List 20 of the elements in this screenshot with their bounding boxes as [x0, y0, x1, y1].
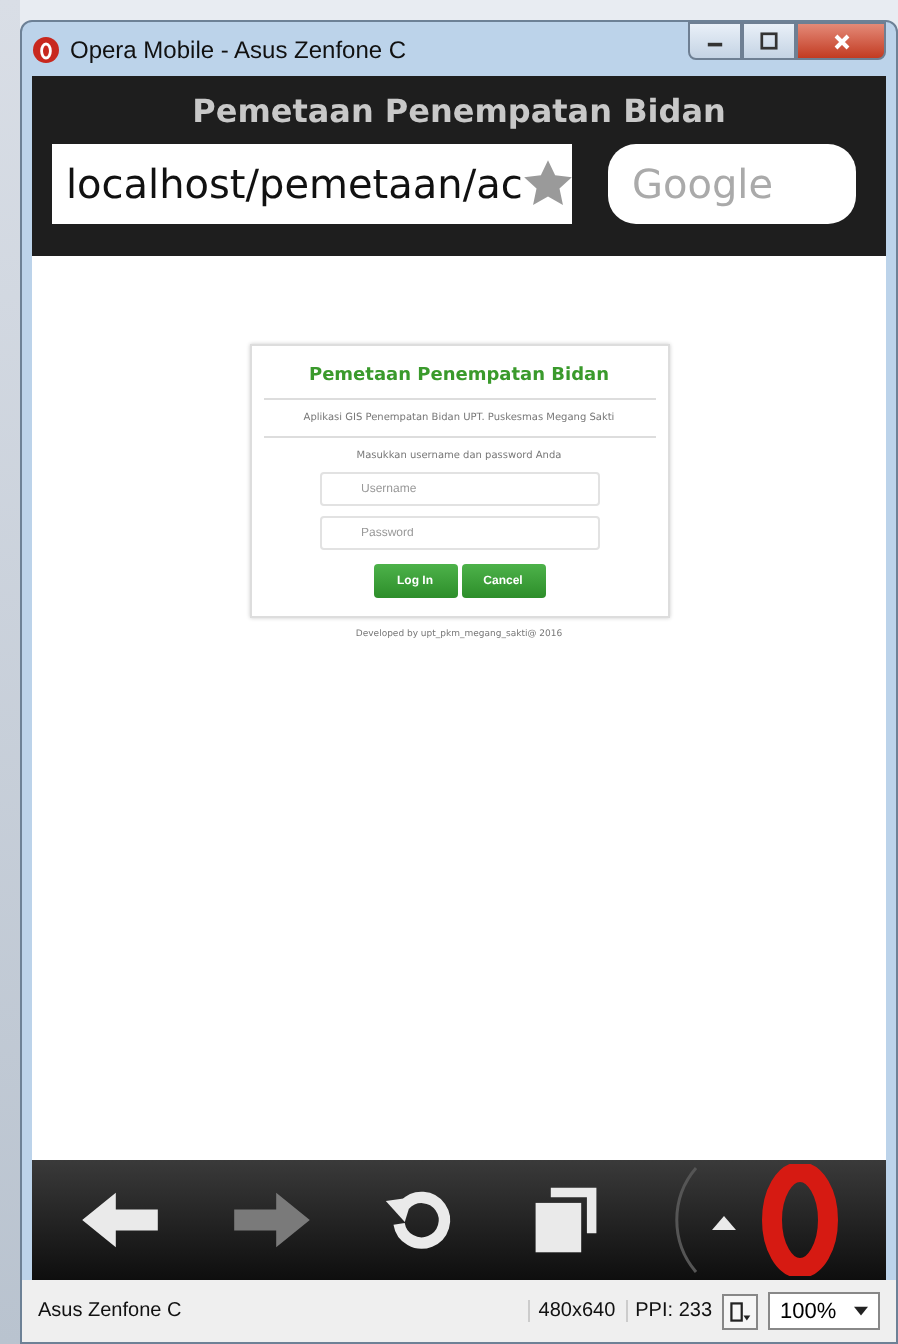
maximize-icon	[760, 32, 778, 50]
star-icon[interactable]	[522, 158, 572, 210]
login-title: Pemetaan Penempatan Bidan	[308, 366, 610, 386]
search-field[interactable]: Google	[608, 144, 856, 224]
rotate-device-icon	[728, 1299, 752, 1323]
maximize-button[interactable]	[742, 22, 796, 60]
page-title: Pemetaan Penempatan Bidan	[192, 92, 726, 130]
browser-logo-icon	[32, 35, 60, 63]
ppi-label: PPI: 233	[625, 1300, 712, 1322]
close-button[interactable]	[796, 22, 886, 60]
device-name: Asus Zenfone C	[38, 1300, 182, 1322]
resolution-label: 480x640	[528, 1300, 616, 1322]
rotate-device-button[interactable]	[722, 1293, 758, 1329]
window-title: Opera Mobile - Asus Zenfone C	[70, 35, 407, 63]
back-button[interactable]	[78, 1188, 163, 1252]
minimize-button[interactable]	[688, 22, 742, 60]
zoom-dropdown[interactable]: 100%	[768, 1292, 880, 1330]
address-field[interactable]: localhost/pemetaan/ac	[52, 144, 572, 224]
caret-icon	[854, 1306, 868, 1316]
close-icon	[831, 31, 851, 51]
